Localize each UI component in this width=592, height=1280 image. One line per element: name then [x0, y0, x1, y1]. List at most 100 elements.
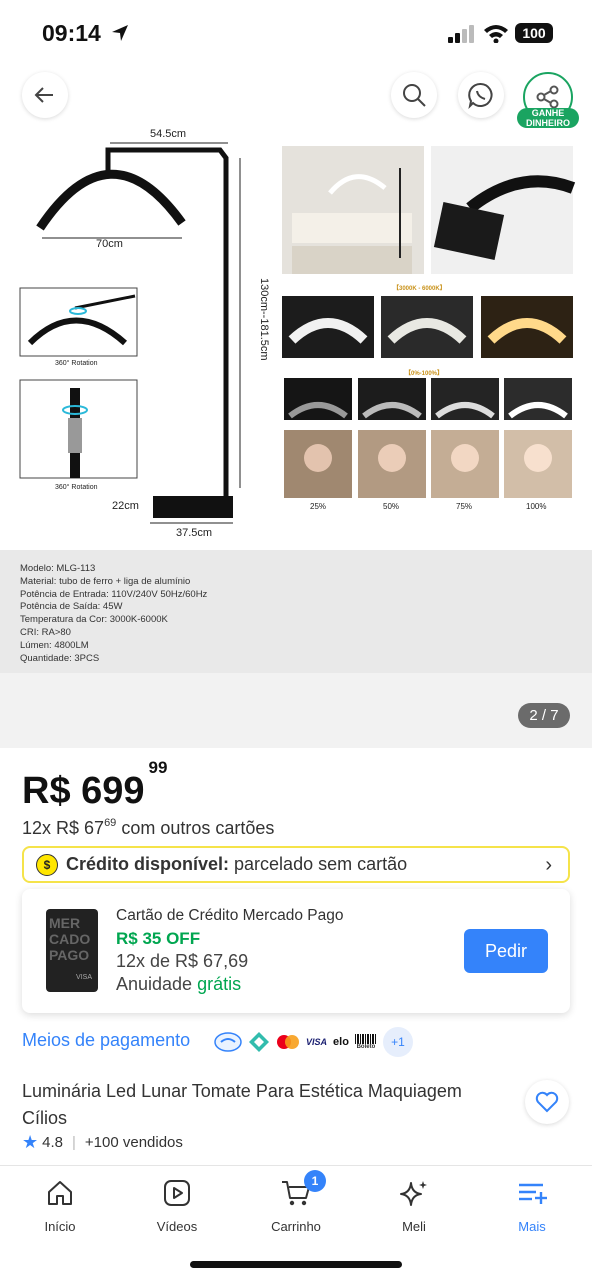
brightness-100: 100%: [526, 502, 547, 511]
tab-videos[interactable]: Vídeos: [127, 1178, 227, 1234]
installment-info: 12x R$ 6769 com outros cartões: [22, 817, 275, 839]
dim-height: 130cm--181.5cm: [258, 278, 270, 361]
mercado-pago-icon: [214, 1032, 242, 1052]
spec-line: Potência de Entrada: 110V/240V 50Hz/60Hz: [20, 588, 208, 600]
boleto-label: Boleto: [356, 1043, 376, 1050]
share-icon: [536, 85, 559, 109]
search-button[interactable]: [391, 72, 437, 118]
whatsapp-share-button[interactable]: [458, 72, 504, 118]
pedir-button[interactable]: Pedir: [464, 929, 548, 973]
color-temp-label: 【3000K - 6000K】: [393, 286, 446, 292]
status-time: 09:14: [42, 20, 101, 46]
mercado-pago-card-offer: MER CADO PAGO VISA Cartão de Crédito Mer…: [22, 889, 570, 1013]
product-gallery[interactable]: 54.5cm 70cm 130cm--181.5cm 22cm 37.5cm 3…: [0, 58, 592, 748]
brightness-75: 75%: [456, 502, 473, 511]
annuity-label: Anuidade: [116, 974, 193, 994]
dollar-coin-icon: $: [36, 853, 58, 876]
tab-label: Vídeos: [156, 1219, 198, 1234]
tab-mais[interactable]: Mais: [482, 1178, 582, 1234]
payment-icons[interactable]: VISA elo Boleto +1: [214, 1027, 413, 1057]
tab-label: Mais: [518, 1219, 546, 1234]
home-icon: [48, 1181, 72, 1205]
tab-meli[interactable]: Meli: [364, 1178, 464, 1234]
spec-line: Lúmen: 4800LM: [20, 639, 89, 651]
rotation-label-2: 360° Rotation: [55, 484, 98, 491]
rotation-label-1: 360° Rotation: [55, 360, 98, 367]
boleto-icon: Boleto: [354, 1032, 377, 1052]
card-offer-annuity: Anuidade grátis: [116, 974, 241, 995]
visa-icon: VISA: [306, 1037, 328, 1047]
wifi-icon: [484, 25, 508, 43]
dim-top: 54.5cm: [150, 128, 187, 140]
heart-icon: [535, 1091, 559, 1113]
search-icon: [403, 84, 426, 107]
product-diagram: [19, 142, 576, 524]
price-integer: 699: [81, 770, 145, 812]
rating-divider: |: [72, 1134, 76, 1151]
chevron-right-icon: ›: [545, 854, 552, 876]
card-offer-discount: R$ 35 OFF: [116, 929, 201, 948]
credit-bold: Crédito disponível:: [66, 854, 230, 874]
menu-plus-icon: [519, 1183, 547, 1204]
installment-suffix: com outros cartões: [121, 818, 275, 838]
credit-available-banner[interactable]: $ Crédito disponível: parcelado sem cart…: [22, 846, 570, 883]
card-logo-text: MER CADO PAGO: [49, 915, 91, 963]
installment-cents: 69: [104, 817, 117, 829]
payment-methods-link[interactable]: Meios de pagamento: [22, 1030, 190, 1051]
brightness-50: 50%: [383, 502, 400, 511]
rating-row[interactable]: ★ 4.8 | +100 vendidos: [22, 1132, 183, 1153]
pix-icon: [249, 1032, 269, 1052]
credit-card-image: MER CADO PAGO VISA: [46, 909, 98, 992]
dim-base-height: 22cm: [112, 500, 139, 512]
barcode-icon: [354, 1033, 377, 1044]
status-bar: 09:14 100: [0, 0, 592, 60]
battery-indicator: 100: [515, 23, 553, 43]
favorite-button[interactable]: [525, 1080, 569, 1124]
mastercard-icon: [277, 1035, 299, 1049]
sparkle-icon: [400, 1181, 427, 1206]
dim-arc: 70cm: [96, 238, 123, 250]
credit-text: Crédito disponível: parcelado sem cartão: [66, 854, 407, 875]
signal-icon: [448, 25, 474, 43]
specs-panel: Modelo: MLG-113 Material: tubo de ferro …: [0, 550, 592, 673]
home-indicator[interactable]: [190, 1261, 402, 1268]
sold-count: +100 vendidos: [84, 1134, 183, 1151]
credit-rest: parcelado sem cartão: [234, 854, 408, 874]
battery-level: 100: [522, 25, 546, 41]
tab-inicio[interactable]: Início: [10, 1178, 110, 1234]
ganhe-dinheiro-badge: GANHE DINHEIRO: [517, 108, 579, 128]
product-image: 54.5cm 70cm 130cm--181.5cm 22cm 37.5cm 3…: [0, 58, 592, 673]
card-offer-installments: 12x de R$ 67,69: [116, 951, 249, 971]
spec-line: Material: tubo de ferro + liga de alumín…: [20, 575, 191, 587]
installment-prefix: 12x R$ 67: [22, 818, 105, 838]
whatsapp-icon: [468, 82, 493, 109]
tab-label: Carrinho: [271, 1219, 321, 1234]
video-play-icon: [164, 1180, 190, 1206]
product-title: Luminária Led Lunar Tomate Para Estética…: [22, 1081, 462, 1128]
price-currency: R$: [22, 770, 71, 812]
tab-label: Meli: [402, 1219, 426, 1234]
annuity-value: grátis: [197, 974, 242, 994]
price-cents: 99: [148, 758, 168, 778]
tab-label: Início: [44, 1219, 76, 1234]
more-payments-badge: +1: [382, 1027, 413, 1057]
back-button[interactable]: [22, 72, 68, 118]
dim-base-width: 37.5cm: [176, 527, 213, 539]
spec-line: Quantidade: 3PCS: [20, 652, 100, 664]
spec-line: Temperatura da Cor: 3000K-6000K: [20, 614, 168, 626]
rating-value: 4.8: [42, 1134, 63, 1151]
card-brand: VISA: [76, 974, 92, 981]
cart-badge: 1: [304, 1170, 326, 1192]
location-icon: [112, 25, 128, 41]
brightness-25: 25%: [310, 502, 327, 511]
elo-icon: elo: [333, 1036, 349, 1048]
spec-line: Modelo: MLG-113: [20, 563, 96, 574]
spec-line: CRI: RA>80: [20, 626, 71, 638]
price: R$ 69999: [22, 758, 167, 813]
card-offer-title: Cartão de Crédito Mercado Pago: [116, 907, 344, 924]
image-counter: 2 / 7: [518, 703, 570, 728]
star-icon: ★: [22, 1132, 39, 1152]
arrow-left-icon: [34, 87, 53, 103]
tab-carrinho[interactable]: 1 Carrinho: [246, 1170, 346, 1234]
spec-line: Potência de Saída: 45W: [20, 601, 123, 613]
